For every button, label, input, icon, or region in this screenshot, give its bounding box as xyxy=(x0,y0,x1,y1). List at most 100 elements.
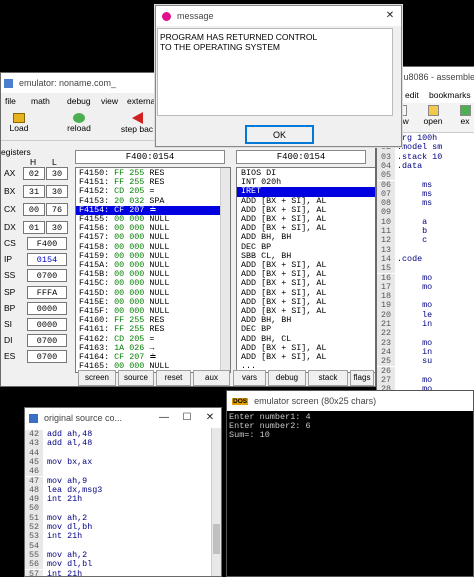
message-line-1: PROGRAM HAS RETURNED CONTROL xyxy=(160,32,318,42)
editor-menu-bookmarks[interactable]: bookmarks xyxy=(429,90,471,100)
source-line-text: mov ah,9 xyxy=(47,475,88,486)
menu-file[interactable]: file xyxy=(5,96,16,106)
reg-bx-label: BX xyxy=(4,186,16,196)
reg-ip-value[interactable]: 0154 xyxy=(27,253,67,267)
reg-cx-low[interactable]: 76 xyxy=(46,203,68,216)
source-line-number: 56 xyxy=(25,559,43,570)
editor-line-text: ms xyxy=(397,179,433,190)
editor-line[interactable]: 14 .code xyxy=(377,254,474,265)
message-titlebar[interactable]: message ✕ xyxy=(156,6,401,26)
editor-line[interactable]: 03 .stack 10 xyxy=(377,152,474,162)
editor-line[interactable]: 15 xyxy=(377,263,474,274)
menu-external[interactable]: external xyxy=(127,96,157,106)
source-line[interactable]: 46 xyxy=(25,466,211,477)
maximize-icon[interactable]: ☐ xyxy=(176,408,198,428)
close-icon[interactable]: ✕ xyxy=(379,6,401,26)
editor-line[interactable]: 08 ms xyxy=(377,198,474,209)
editor-code-area[interactable]: 01org 100h02.model sm03.stack 1004.data0… xyxy=(377,133,474,395)
editor-line[interactable]: 12 c xyxy=(377,236,474,246)
load-button[interactable]: Load xyxy=(5,111,33,139)
reg-cx-label: CX xyxy=(4,204,16,214)
source-scroll-thumb[interactable] xyxy=(213,524,220,554)
memory-hex: CD 205 xyxy=(114,186,145,197)
reg-es-label: ES xyxy=(4,351,16,362)
memory-address-field[interactable]: F400:0154 xyxy=(75,150,225,164)
editor-line[interactable]: 04 .data xyxy=(377,161,474,172)
reg-ax-low[interactable]: 30 xyxy=(46,167,68,180)
screen-button[interactable]: screen xyxy=(78,370,116,386)
source-line-text: int 21h xyxy=(47,494,83,505)
memory-list[interactable]: F4150: FF 255 RES F4151: FF 255 RES F4152: CD 2… xyxy=(75,167,231,373)
source-titlebar[interactable]: original source co... — ☐ ✕ xyxy=(25,408,221,428)
reg-si-label: SI xyxy=(4,319,13,329)
reg-si-value[interactable]: 0000 xyxy=(27,318,67,331)
source-line[interactable]: 56 mov dl,bl xyxy=(25,559,211,570)
source-line[interactable]: 53 int 21h xyxy=(25,532,211,542)
dos-badge-icon: DOS xyxy=(232,397,249,405)
reg-cx-high[interactable]: 00 xyxy=(23,203,45,216)
editor-line[interactable]: 21 in xyxy=(377,319,474,330)
editor-line-text: su xyxy=(397,356,433,367)
message-title: message xyxy=(177,11,214,21)
source-line-text: mov bx,ax xyxy=(47,456,93,467)
reg-ax-high[interactable]: 02 xyxy=(23,167,45,180)
editor-menu-edit[interactable]: edit xyxy=(405,90,419,100)
source-code-area[interactable]: 42 add ah,48 43 add al,48 44 45 mov bx,ax 46 47 m… xyxy=(25,429,211,576)
stack-button[interactable]: stack xyxy=(308,370,348,386)
editor-ex-icon xyxy=(459,105,471,116)
debug-button[interactable]: debug xyxy=(268,370,306,386)
editor-line[interactable]: 13 xyxy=(377,245,474,255)
source-scrollbar[interactable] xyxy=(211,428,221,576)
step-back-button[interactable]: step bac xyxy=(117,111,157,139)
vars-button[interactable]: vars xyxy=(233,370,266,386)
disassembly-row[interactable]: ADD [BX + SI], AL xyxy=(237,352,375,362)
source-line[interactable]: 49 int 21h xyxy=(25,494,211,505)
reg-di-value[interactable]: 0700 xyxy=(27,334,67,348)
ok-button[interactable]: OK xyxy=(245,125,314,144)
reg-ax-label: AX xyxy=(4,168,16,178)
reg-bx-low[interactable]: 30 xyxy=(46,185,68,198)
source-button[interactable]: source xyxy=(118,370,154,386)
menu-math[interactable]: math xyxy=(31,96,50,106)
screen-titlebar[interactable]: DOS emulator screen (80x25 chars) xyxy=(227,391,473,411)
message-app-icon xyxy=(162,11,171,21)
reload-icon xyxy=(73,113,85,123)
source-line[interactable]: 57 int 21h xyxy=(25,569,211,576)
disassembly-list[interactable]: BIOS DI INT 020h IRET ADD [BX + SI], AL ADD … xyxy=(236,167,375,373)
disasm-address-field[interactable]: F400:0154 xyxy=(236,150,366,164)
reg-bx-high[interactable]: 31 xyxy=(23,185,45,198)
reg-ss-label: SS xyxy=(4,270,16,281)
source-line[interactable]: 43 add al,48 xyxy=(25,439,211,449)
reg-cs-value[interactable]: F400 xyxy=(27,237,67,250)
close-icon[interactable]: ✕ xyxy=(199,408,221,428)
minimize-icon[interactable]: — xyxy=(153,408,175,428)
editor-open-button[interactable]: open xyxy=(419,104,447,126)
reg-dx-high[interactable]: 01 xyxy=(23,221,45,234)
editor-line-text: .model sm xyxy=(397,142,443,153)
menu-debug[interactable]: debug xyxy=(67,96,91,106)
reg-dx-label: DX xyxy=(4,222,16,232)
source-line-text: mov dl,bl xyxy=(47,559,93,570)
reg-dx-low[interactable]: 30 xyxy=(46,221,68,234)
editor-open-label: open xyxy=(423,116,443,126)
reg-bp-value[interactable]: 0000 xyxy=(27,301,67,315)
reg-ip-label: IP xyxy=(4,254,13,265)
editor-line[interactable]: 17 mo xyxy=(377,282,474,292)
editor-line[interactable]: 25 su xyxy=(377,356,474,367)
reg-sp-value[interactable]: FFFA xyxy=(27,285,67,299)
reset-button[interactable]: reset xyxy=(156,370,191,386)
reg-l-header: L xyxy=(52,157,57,167)
memory-hex: 00 000 xyxy=(114,278,145,289)
flags-button[interactable]: flags xyxy=(350,370,374,386)
memory-scrollbar[interactable] xyxy=(220,168,230,372)
reg-ss-value[interactable]: 0700 xyxy=(27,269,67,283)
editor-line[interactable]: 05 xyxy=(377,170,474,181)
reg-di-label: DI xyxy=(4,335,13,346)
reg-es-value[interactable]: 0700 xyxy=(27,350,67,364)
reload-button[interactable]: reload xyxy=(63,111,95,139)
editor-ex-button[interactable]: ex xyxy=(451,104,474,126)
editor-line-number: 25 xyxy=(377,356,395,367)
source-line[interactable]: 45 mov bx,ax xyxy=(25,456,211,468)
aux-button[interactable]: aux xyxy=(193,370,230,386)
menu-view[interactable]: view xyxy=(101,96,118,106)
